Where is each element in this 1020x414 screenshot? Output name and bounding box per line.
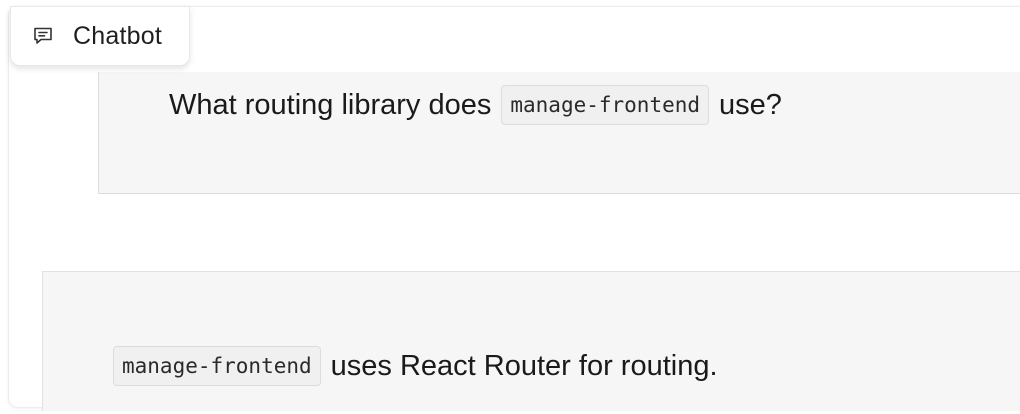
bot-message: manage-frontend uses React Router for ro… [42,271,1020,411]
user-message-text-after: use? [719,88,782,121]
chatbot-panel: Chatbot What routing library does manage… [0,0,1020,414]
user-message-text: What routing library does manage-fronten… [169,84,782,126]
chat-bubble-icon [31,24,55,48]
user-message-text-before: What routing library does [169,88,492,121]
inline-code: manage-frontend [501,85,710,125]
user-message: What routing library does manage-fronten… [98,72,1020,194]
inline-code: manage-frontend [113,346,321,386]
bot-message-text: manage-frontend uses React Router for ro… [113,345,718,387]
chatbot-label: Chatbot [10,6,190,66]
chatbot-title: Chatbot [73,21,162,50]
bot-message-text-after: uses React Router for routing. [330,349,718,382]
